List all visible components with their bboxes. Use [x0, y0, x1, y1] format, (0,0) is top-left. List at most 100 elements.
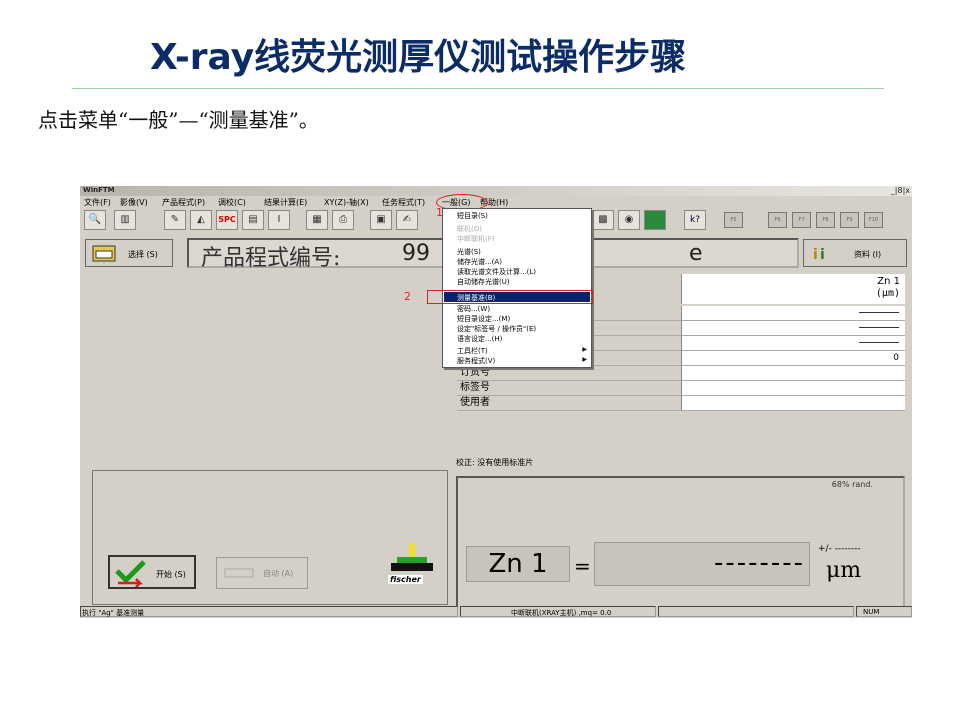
- table-row: 使用者: [457, 396, 905, 411]
- menu-item-load-spectrum[interactable]: 读取光谱文件及计算...(L): [457, 267, 536, 277]
- auto-icon: [224, 568, 254, 578]
- menu-item-autosave-spectrum[interactable]: 自动储存光谱(U): [457, 277, 510, 287]
- menu-item-service[interactable]: 服务程式(V): [457, 356, 495, 366]
- result-value: --------: [594, 542, 810, 586]
- menu-item-short-list-settings[interactable]: 短目录设定...(M): [457, 314, 510, 324]
- menu-item-tag-operator[interactable]: 设定"标签号 / 操作员"(E): [457, 324, 536, 334]
- svg-text:i: i: [813, 247, 818, 263]
- program-label: 产品程式编号:: [201, 246, 341, 271]
- element-unit: (μm): [875, 288, 900, 299]
- menu-product[interactable]: 产品程式(P): [162, 197, 205, 208]
- plate-icon[interactable]: ▤: [242, 210, 264, 230]
- f7-button[interactable]: F7: [792, 212, 811, 228]
- help-icon[interactable]: k?: [684, 210, 706, 230]
- menu-tasks[interactable]: 任务程式(T): [382, 197, 425, 208]
- level-icon[interactable]: [644, 210, 666, 230]
- submenu-arrow-icon: ▶: [582, 346, 587, 353]
- row-value: [681, 321, 905, 336]
- binoculars-icon[interactable]: ◉: [618, 210, 640, 230]
- row-value: [681, 306, 905, 321]
- element-column-header: Zn 1 (μm): [681, 274, 905, 304]
- user-value[interactable]: [681, 396, 905, 411]
- order-number-value[interactable]: [681, 366, 905, 381]
- menu-item-language[interactable]: 语言设定...(H): [457, 334, 502, 344]
- spc-icon[interactable]: SPC: [216, 210, 238, 230]
- program-number: 99: [402, 241, 430, 266]
- f10-button[interactable]: F10: [864, 212, 883, 228]
- edit-icon[interactable]: ✍: [396, 210, 418, 230]
- info-icon: i i: [813, 247, 825, 263]
- menu-calibrate[interactable]: 调校(C): [218, 197, 246, 208]
- calculator-icon[interactable]: ▦: [306, 210, 328, 230]
- submenu-arrow-icon: ▶: [582, 356, 587, 363]
- measurement-control-panel: 开始 (S) 自动 (A) fischer: [92, 470, 448, 605]
- program-suffix: e: [689, 241, 703, 266]
- menu-results[interactable]: 结果计算(E): [264, 197, 307, 208]
- result-element: Zn 1: [466, 546, 570, 582]
- user-label: 使用者: [457, 396, 681, 411]
- auto-button-label: 自动 (A): [263, 569, 294, 578]
- chart-icon[interactable]: ◭: [190, 210, 212, 230]
- slide-title: X-ray线荧光测厚仪测试操作步骤: [150, 37, 687, 78]
- print-icon[interactable]: ⎙: [332, 210, 354, 230]
- instruction-text: 点击菜单“一般”—“测量基准”。: [38, 108, 319, 132]
- window-controls[interactable]: _|8|x: [891, 186, 910, 195]
- data-button[interactable]: i i 资料 (I): [803, 239, 907, 267]
- start-icon: [115, 560, 146, 587]
- status-num-box: NUM: [856, 606, 912, 617]
- menu-file[interactable]: 文件(F): [84, 197, 111, 208]
- confidence-label: 68% rand.: [831, 480, 873, 489]
- row-value: [681, 336, 905, 351]
- camera-icon[interactable]: ▣: [370, 210, 392, 230]
- auto-button[interactable]: 自动 (A): [216, 557, 308, 589]
- equals-sign: =: [574, 554, 591, 578]
- winftm-window: WinFTM _|8|x 文件(F) 影像(V) 产品程式(P) 调校(C) 结…: [80, 186, 912, 618]
- fischer-brand: fischer: [388, 575, 423, 584]
- f5-button[interactable]: F5: [724, 212, 743, 228]
- status-left-box: 执行 "Ag" 基准测量: [80, 606, 458, 617]
- title-bar: WinFTM _|8|x: [80, 186, 912, 196]
- status-bar: 执行 "Ag" 基准测量 中断联机(XRAY主机) ,mq= 0.0 NUM: [80, 606, 912, 618]
- table-row: 订货号: [457, 366, 905, 381]
- menu-item-short-list[interactable]: 短目录(S): [457, 211, 488, 221]
- tag-number-value[interactable]: [681, 381, 905, 396]
- start-button-label: 开始 (S): [156, 570, 186, 579]
- zoom-icon[interactable]: 🔍: [84, 210, 106, 230]
- folder-icon: [92, 245, 116, 262]
- table-row: 标签号: [457, 381, 905, 396]
- image-icon[interactable]: ▩: [592, 210, 614, 230]
- menu-xyz-axis[interactable]: XY(Z)-轴(X): [324, 197, 369, 208]
- f8-button[interactable]: F8: [816, 212, 835, 228]
- title-divider: [72, 88, 884, 89]
- column-icon[interactable]: Ⅰ: [268, 210, 290, 230]
- step-marker-2: 2: [404, 290, 411, 303]
- fischer-logo: fischer: [383, 541, 443, 585]
- menu-item-spectrum[interactable]: 光谱(S): [457, 247, 481, 257]
- data-button-label: 资料 (I): [854, 250, 882, 259]
- general-menu-dropdown: 短目录(S) 联机(O) 中断联机(F) 光谱(S) 储存光谱...(A) 读取…: [442, 208, 592, 368]
- menu-item-save-spectrum[interactable]: 储存光谱...(A): [457, 257, 502, 267]
- start-button[interactable]: 开始 (S): [108, 555, 196, 589]
- select-button-label: 选择 (S): [128, 250, 158, 259]
- step-marker-1: 1: [436, 206, 443, 219]
- tool-icon[interactable]: ✎: [164, 210, 186, 230]
- f9-button[interactable]: F9: [840, 212, 859, 228]
- result-panel: 68% rand. Zn 1 = -------- +/- -------- μ…: [456, 476, 905, 618]
- menu-item-password[interactable]: 密码...(W): [457, 304, 490, 314]
- menu-item-toolbar[interactable]: 工具栏(T): [457, 346, 488, 356]
- menu-item-online[interactable]: 联机(O): [457, 224, 482, 234]
- num-lock-indicator: NUM: [863, 608, 880, 616]
- spectrum-icon[interactable]: ▥: [114, 210, 136, 230]
- status-spare-box: [658, 606, 854, 617]
- result-deviation: +/- --------: [818, 544, 861, 554]
- measurement-basis-highlight-box: [427, 290, 593, 304]
- window-title: WinFTM: [83, 186, 115, 194]
- tag-number-label: 标签号: [457, 381, 681, 396]
- calibration-status: 校正: 没有使用标准片: [456, 458, 534, 467]
- select-button[interactable]: 选择 (S): [85, 239, 173, 267]
- menu-item-offline[interactable]: 中断联机(F): [457, 234, 495, 244]
- menu-view[interactable]: 影像(V): [120, 197, 148, 208]
- f6-button[interactable]: F6: [768, 212, 787, 228]
- element-name: Zn 1: [877, 276, 900, 287]
- order-number-label: 订货号: [457, 366, 681, 381]
